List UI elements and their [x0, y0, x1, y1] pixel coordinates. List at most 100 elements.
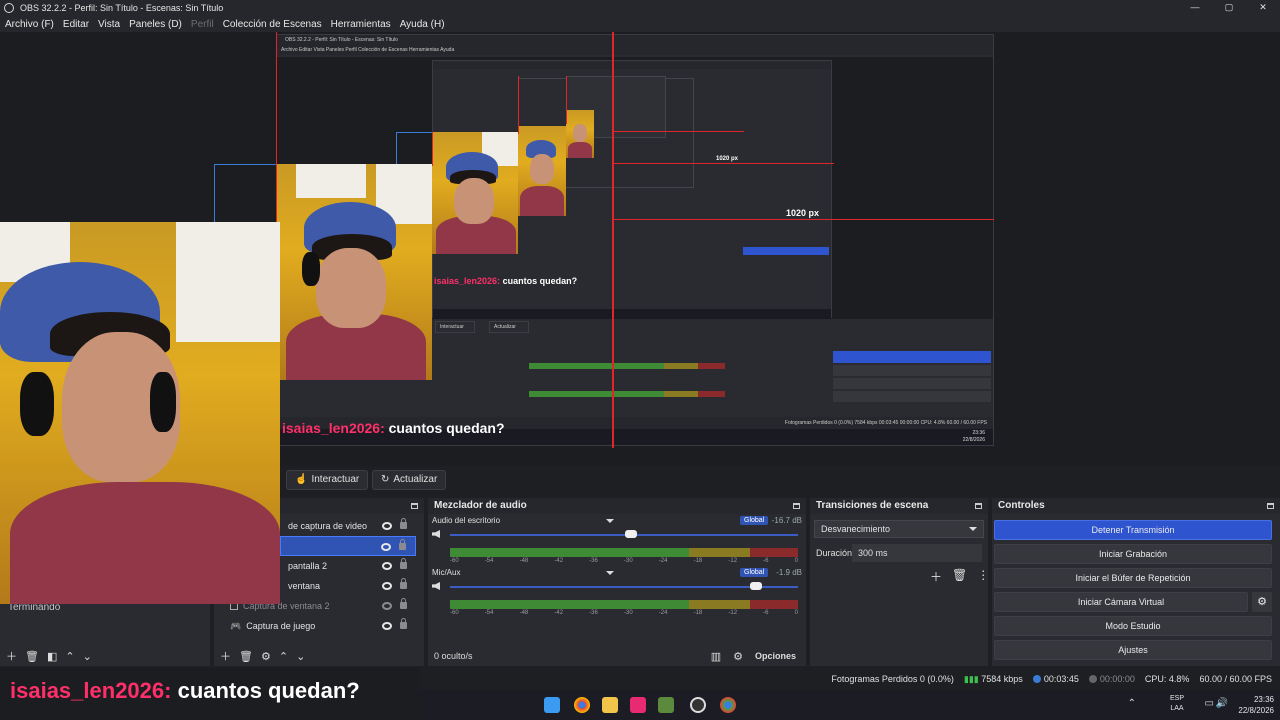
- menu-vista[interactable]: Vista: [98, 19, 120, 30]
- remove-scene-icon[interactable]: 🗑: [25, 650, 39, 663]
- duration-input[interactable]: 300 ms: [852, 544, 982, 562]
- menu-editar[interactable]: Editar: [63, 19, 89, 30]
- windows-start-icon[interactable]: [544, 697, 560, 713]
- lock-icon[interactable]: [400, 558, 407, 569]
- remove-source-icon[interactable]: 🗑: [239, 650, 253, 663]
- speaker-icon[interactable]: 🔊: [1216, 698, 1228, 709]
- title-bar: OBS 32.2.2 - Perfil: Sin Título - Escena…: [0, 0, 1280, 16]
- source-item[interactable]: de captura de video: [280, 516, 416, 536]
- minecraft-icon[interactable]: [658, 697, 674, 713]
- remove-transition-icon[interactable]: 🗑: [952, 568, 967, 585]
- mixer-title: Mezclador de audio: [434, 500, 527, 511]
- controls-dock: Controles Detener Transmisión Iniciar Gr…: [992, 498, 1280, 666]
- record-time: 00:00:00: [1088, 674, 1135, 684]
- obs-taskbar-icon[interactable]: [690, 697, 706, 713]
- transition-select[interactable]: Desvanecimiento: [814, 520, 984, 538]
- virtual-camera-gear-icon[interactable]: ⚙: [1252, 592, 1272, 612]
- layout-icon[interactable]: ▥: [711, 650, 721, 663]
- lock-icon[interactable]: [400, 578, 407, 589]
- controls-title: Controles: [998, 500, 1045, 511]
- source-item[interactable]: ventana: [280, 576, 416, 596]
- volume-icon[interactable]: [432, 530, 440, 538]
- volume-slider-handle[interactable]: [750, 582, 763, 590]
- fps-counter: 60.00 / 60.00 FPS: [1199, 674, 1272, 684]
- properties-gear-icon[interactable]: ⚙: [261, 650, 271, 663]
- maximize-button[interactable]: ▢: [1212, 0, 1246, 16]
- lock-icon[interactable]: [400, 518, 407, 529]
- mixer-settings-icon[interactable]: ⚙: [733, 650, 743, 663]
- options-button[interactable]: Opciones: [755, 651, 796, 661]
- menu-herramientas[interactable]: Herramientas: [331, 19, 391, 30]
- mixer-header: Mezclador de audio: [428, 498, 806, 514]
- eye-icon[interactable]: [381, 543, 391, 551]
- file-explorer-icon[interactable]: [602, 697, 618, 713]
- add-scene-icon[interactable]: ＋: [6, 648, 17, 664]
- signal-bars-icon: ▮▮▮: [963, 673, 979, 684]
- filters-icon[interactable]: ◧: [47, 650, 57, 663]
- channel-menu-chevron-icon[interactable]: [606, 519, 614, 523]
- undock-icon[interactable]: [1267, 503, 1274, 509]
- sources-toolbar: ＋ 🗑 ⚙ ⌃ ⌄: [214, 646, 424, 666]
- chrome-icon-2[interactable]: [720, 697, 736, 713]
- source-item[interactable]: 🎮 Captura de juego: [222, 616, 416, 636]
- undock-icon[interactable]: [411, 503, 418, 509]
- add-source-icon[interactable]: ＋: [220, 648, 231, 664]
- nested-chat-overlay: isaias_len2026: cuantos quedan?: [434, 276, 578, 286]
- menu-bar: Archivo (F) Editar Vista Paneles (D) Per…: [0, 16, 1280, 32]
- tray-overflow-chevron-icon[interactable]: ⌃: [1128, 698, 1136, 709]
- stop-streaming-button[interactable]: Detener Transmisión: [994, 520, 1272, 540]
- close-button[interactable]: ✕: [1246, 0, 1280, 16]
- settings-button[interactable]: Ajustes: [994, 640, 1272, 660]
- undock-icon[interactable]: [975, 503, 982, 509]
- move-down-icon[interactable]: ⌄: [296, 650, 305, 663]
- lock-icon[interactable]: [400, 618, 407, 629]
- nested-meter-1: [529, 363, 726, 369]
- volume-slider-track[interactable]: [450, 586, 798, 588]
- menu-archivo[interactable]: Archivo (F): [5, 19, 54, 30]
- nested-meter-2: [529, 391, 726, 397]
- guide-line-horizontal: [614, 131, 744, 132]
- guide-line: [518, 76, 519, 134]
- lock-icon[interactable]: [399, 539, 406, 550]
- tiktok-icon[interactable]: [630, 697, 646, 713]
- nested-stop-stream: [833, 351, 991, 363]
- start-replay-buffer-button[interactable]: Iniciar el Búfer de Repetición: [994, 568, 1272, 588]
- refresh-button[interactable]: ↻ Actualizar: [372, 470, 447, 490]
- nested-interact-btn: Interactuar: [435, 321, 475, 333]
- source-item-selected[interactable]: [280, 536, 416, 556]
- source-item[interactable]: pantalla 2: [280, 556, 416, 576]
- studio-mode-button[interactable]: Modo Estudio: [994, 616, 1272, 636]
- start-recording-button[interactable]: Iniciar Grabación: [994, 544, 1272, 564]
- more-menu-icon[interactable]: ⋮: [977, 568, 989, 585]
- clock[interactable]: 23:36 22/8/2026: [1238, 694, 1274, 716]
- move-up-icon[interactable]: ⌃: [65, 650, 74, 663]
- menu-ayuda[interactable]: Ayuda (H): [400, 19, 445, 30]
- nested-menu: Archivo Editar Vista Paneles Perfil Cole…: [277, 45, 993, 55]
- interact-button[interactable]: ☝ Interactuar: [286, 470, 369, 490]
- scenes-toolbar: ＋ 🗑 ◧ ⌃ ⌄: [0, 646, 210, 666]
- menu-coleccion-escenas[interactable]: Colección de Escenas: [223, 19, 322, 30]
- eye-icon[interactable]: [382, 562, 392, 570]
- menu-perfil[interactable]: Perfil: [191, 19, 214, 30]
- chrome-icon[interactable]: [574, 697, 590, 713]
- eye-hidden-icon[interactable]: [382, 602, 392, 610]
- undock-icon[interactable]: [793, 503, 800, 509]
- channel-menu-chevron-icon[interactable]: [606, 571, 614, 575]
- move-up-icon[interactable]: ⌃: [279, 650, 288, 663]
- add-transition-icon[interactable]: ＋: [930, 568, 942, 585]
- volume-slider-handle[interactable]: [624, 530, 637, 538]
- network-icon[interactable]: ▭: [1205, 698, 1214, 709]
- eye-icon[interactable]: [382, 622, 392, 630]
- menu-paneles[interactable]: Paneles (D): [129, 19, 182, 30]
- eye-icon[interactable]: [382, 522, 392, 530]
- windows-taskbar: ⌃ ESP LAA ▭ 🔊 23:36 22/8/2026: [420, 690, 1280, 720]
- nested-chat-overlay: isaias_len2026: cuantos quedan?: [282, 420, 505, 436]
- volume-icon[interactable]: [432, 582, 440, 590]
- move-down-icon[interactable]: ⌄: [83, 650, 92, 663]
- lock-icon[interactable]: [400, 598, 407, 609]
- eye-icon[interactable]: [382, 582, 392, 590]
- guide-line-horizontal: [614, 219, 994, 220]
- start-virtual-camera-button[interactable]: Iniciar Cámara Virtual: [994, 592, 1248, 612]
- minimize-button[interactable]: —: [1178, 0, 1212, 16]
- language-indicator[interactable]: ESP LAA: [1170, 694, 1184, 714]
